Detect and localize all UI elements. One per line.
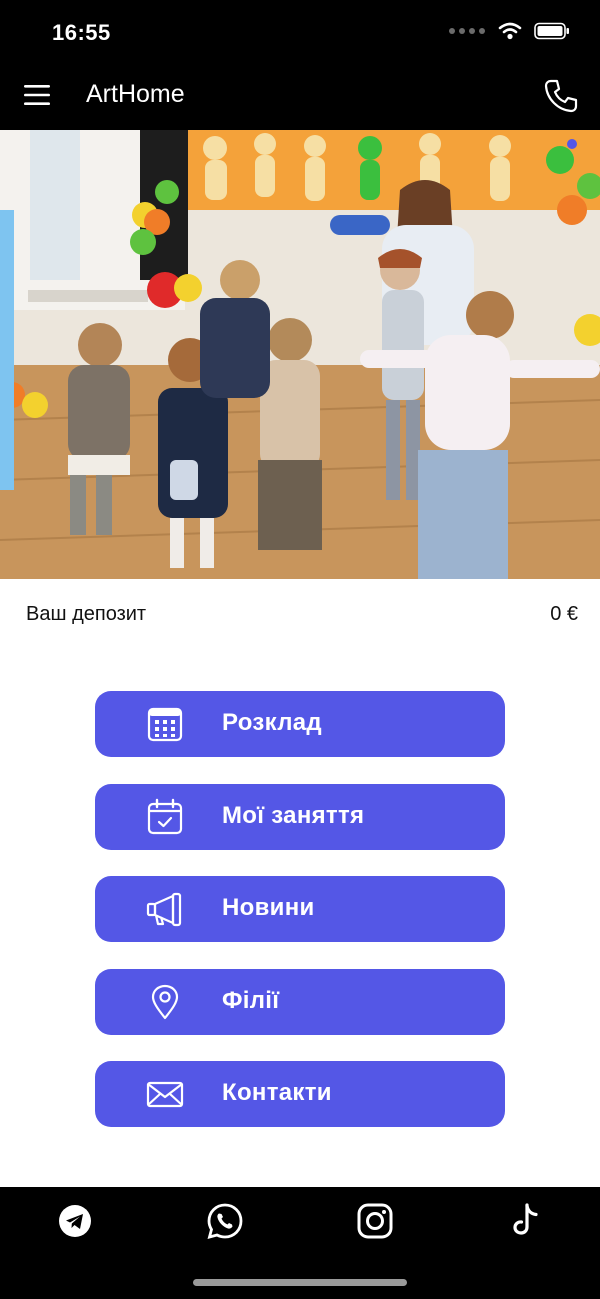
news-label: Новини: [222, 894, 315, 921]
tiktok-icon[interactable]: [505, 1201, 545, 1241]
wifi-icon: [498, 22, 522, 40]
my-classes-label: Мої заняття: [222, 802, 365, 829]
whatsapp-icon[interactable]: [205, 1201, 245, 1241]
app-title: ArtHome: [86, 80, 185, 108]
envelope-icon: [146, 1081, 184, 1108]
contacts-button[interactable]: Контакти: [95, 1061, 505, 1127]
schedule-button[interactable]: Розклад: [95, 691, 505, 757]
branches-label: Філії: [222, 987, 280, 1014]
megaphone-icon: [146, 892, 182, 927]
home-indicator: [193, 1279, 407, 1286]
contacts-label: Контакти: [222, 1079, 332, 1106]
news-button[interactable]: Новини: [95, 876, 505, 942]
my-classes-button[interactable]: Мої заняття: [95, 784, 505, 850]
telegram-icon[interactable]: [55, 1201, 95, 1241]
schedule-label: Розклад: [222, 709, 322, 736]
branches-button[interactable]: Філії: [95, 969, 505, 1035]
status-time: 16:55: [52, 20, 111, 45]
phone-icon[interactable]: [542, 77, 580, 115]
status-bar: 16:55: [0, 0, 600, 62]
calendar-check-icon: [147, 798, 183, 835]
hero-photo: [0, 130, 600, 579]
battery-icon: [534, 22, 569, 40]
deposit-row: Ваш депозит 0 €: [0, 579, 600, 651]
hamburger-menu-icon[interactable]: [22, 80, 52, 110]
calendar-grid-icon: [147, 707, 183, 742]
deposit-value: 0 €: [550, 603, 578, 625]
status-icons: [448, 22, 570, 40]
deposit-label: Ваш депозит: [26, 603, 147, 625]
app-header: ArtHome: [0, 62, 600, 130]
instagram-icon[interactable]: [355, 1201, 395, 1241]
signal-icon: [449, 28, 485, 34]
location-pin-icon: [151, 984, 179, 1020]
